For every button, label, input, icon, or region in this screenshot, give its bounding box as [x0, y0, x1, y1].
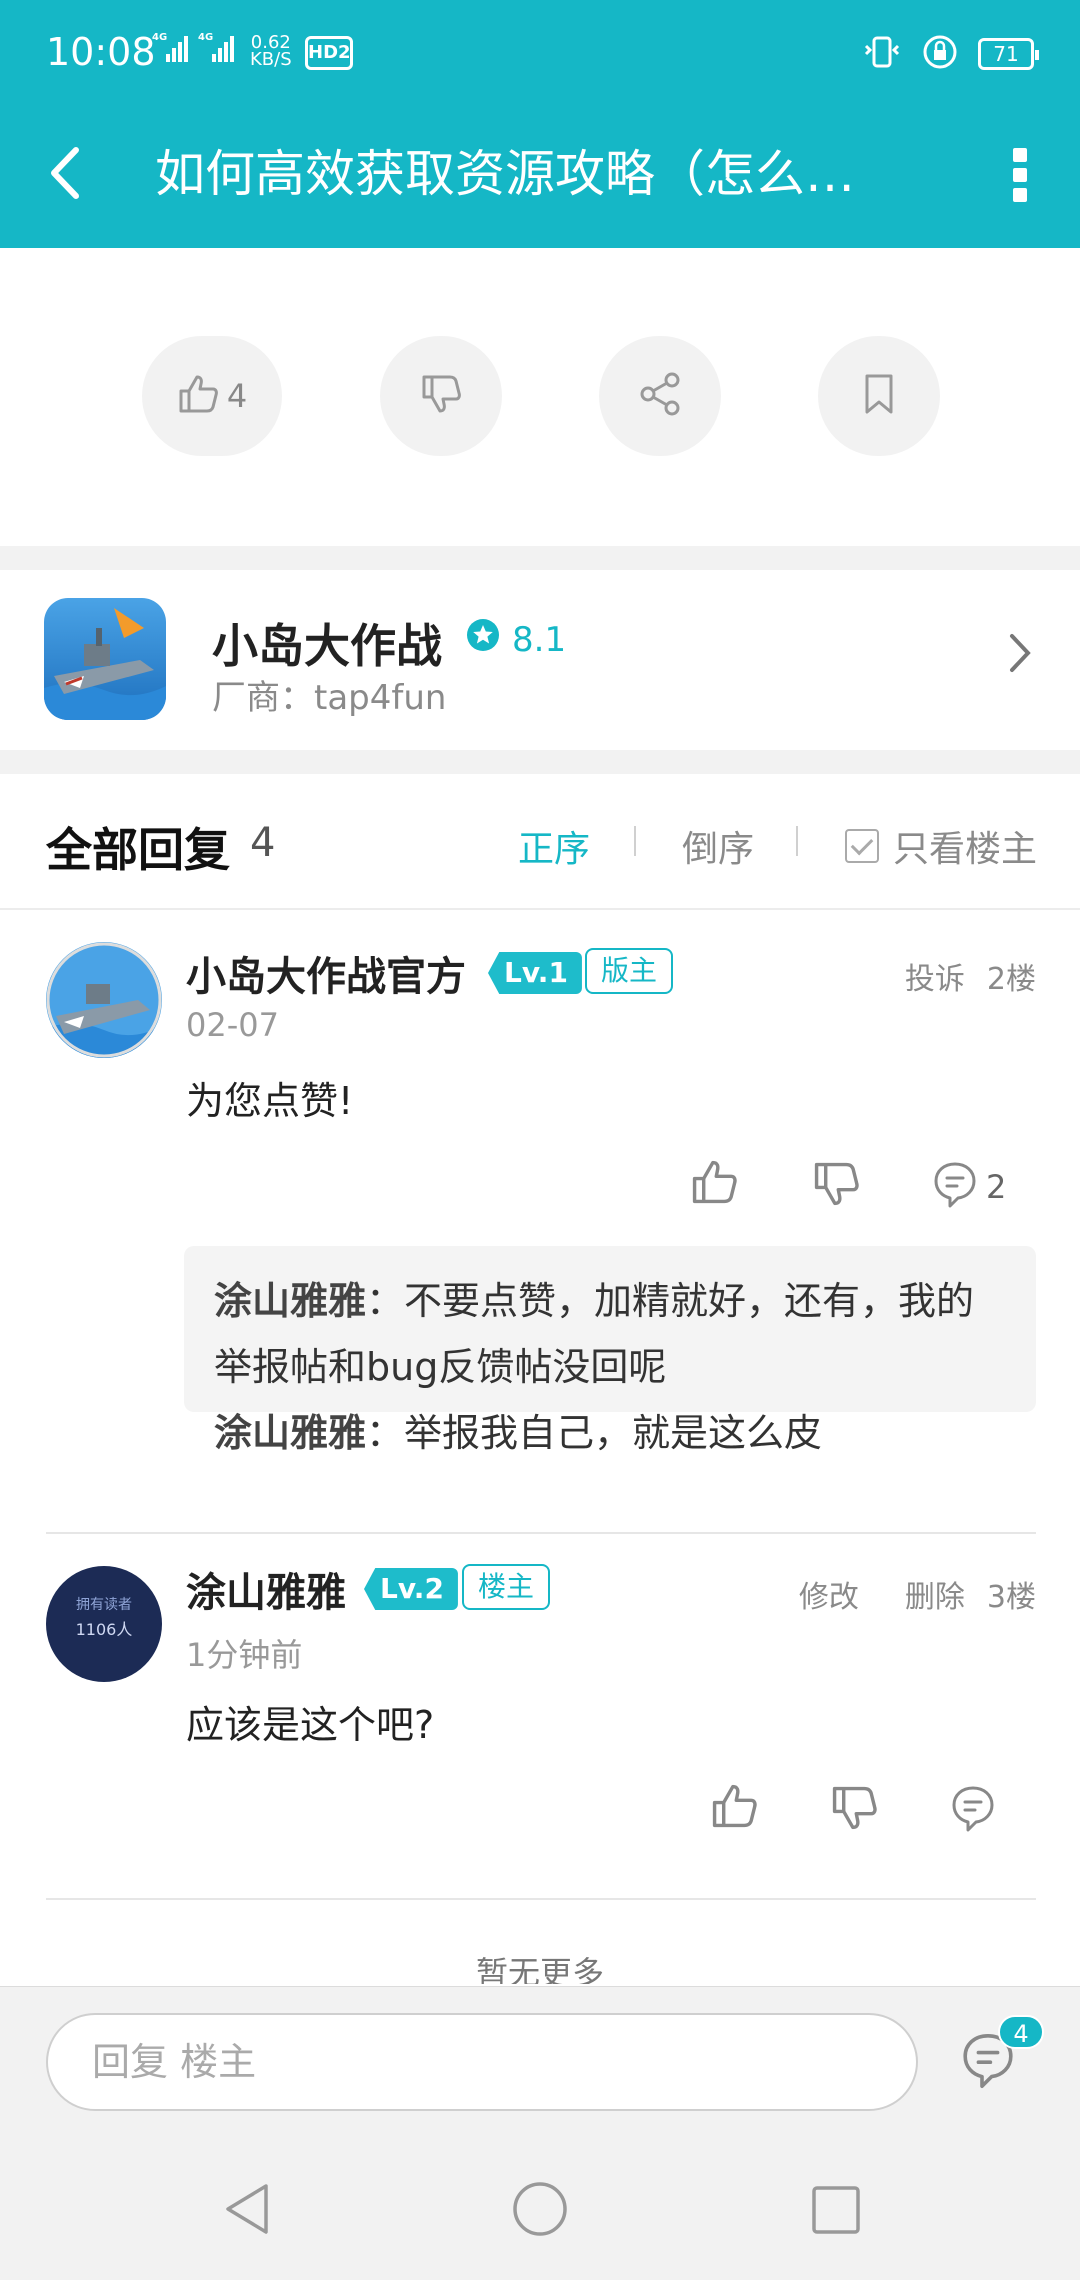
nav-recents-icon[interactable] — [808, 2180, 864, 2242]
thumbs-down-icon — [830, 1784, 878, 1836]
sub-reply-author[interactable]: 涂山雅雅 — [214, 1279, 366, 1323]
reply-author[interactable]: 涂山雅雅 — [186, 1560, 346, 1618]
sub-reply-author[interactable]: 涂山雅雅 — [214, 1411, 366, 1455]
reply-content: 为您点赞! — [186, 1079, 354, 1123]
only-owner-toggle[interactable]: 只看楼主 — [845, 820, 1037, 872]
vibrate-icon — [862, 34, 902, 74]
back-arrow-icon[interactable] — [40, 138, 100, 208]
dislike-button[interactable] — [380, 336, 502, 456]
sort-descending-button[interactable]: 倒序 — [682, 820, 754, 872]
svg-text:4G: 4G — [152, 32, 167, 43]
role-badge: 版主 — [585, 948, 674, 994]
comment-icon — [950, 1784, 996, 1838]
reply-comment-button[interactable] — [950, 1784, 996, 1838]
replies-title: 全部回复 — [46, 823, 230, 877]
vertical-divider — [796, 826, 798, 856]
level-badge: Lv.1 — [488, 952, 582, 994]
comment-count: 2 — [986, 1168, 1007, 1206]
reply-bar: 回复 楼主 4 — [0, 1986, 1080, 2136]
signal-icon: 4G 4G — [152, 30, 244, 69]
only-owner-label: 只看楼主 — [893, 829, 1038, 870]
vertical-divider — [634, 826, 636, 856]
system-nav-bar — [0, 2136, 1080, 2280]
network-speed: 0.62 KB/S — [250, 32, 292, 70]
svg-text:4G: 4G — [198, 32, 213, 43]
status-time: 10:08 — [46, 30, 156, 74]
star-icon — [466, 618, 500, 661]
delete-button[interactable]: 删除 — [905, 1572, 965, 1616]
lock-rotation-icon — [922, 34, 958, 74]
avatar[interactable] — [46, 942, 162, 1058]
level-badge: Lv.2 — [364, 1568, 458, 1610]
app-header: 10:08 4G 4G 0.62 KB/S HD2 71 如何高效获取资源攻略（… — [0, 0, 1080, 248]
avatar-text: 1106人 — [75, 1620, 133, 1639]
thumbs-up-icon — [710, 1782, 758, 1834]
replies-count: 4 — [250, 820, 276, 866]
bookmark-button[interactable] — [818, 336, 940, 456]
reply-divider — [46, 1532, 1036, 1534]
like-button[interactable]: 4 — [142, 336, 282, 456]
reply-like-button[interactable] — [710, 1782, 758, 1834]
status-icons: 71 — [862, 34, 1039, 74]
section-divider — [0, 546, 1080, 570]
checkbox-icon[interactable] — [845, 829, 879, 863]
reply-meta: 投诉 2楼 — [905, 954, 1036, 998]
floor-number: 3楼 — [986, 1580, 1036, 1615]
rating-value: 8.1 — [512, 619, 567, 660]
reply-date: 02-07 — [186, 1006, 279, 1044]
no-more-text: 暂无更多 — [475, 1954, 604, 1984]
toolbar: 如何高效获取资源攻略（怎么… — [0, 110, 1080, 248]
nav-home-icon[interactable] — [512, 2180, 568, 2242]
comment-icon — [960, 2034, 1016, 2095]
battery-icon: 71 — [978, 38, 1039, 70]
avatar[interactable]: 拥有读者 1106人 — [46, 1566, 162, 1682]
share-icon — [636, 370, 684, 422]
sub-reply: 涂山雅雅：不要点赞，加精就好，还有，我的举报帖和bug反馈帖没回呢 — [214, 1268, 1006, 1400]
game-rating: 8.1 — [466, 618, 566, 661]
game-name: 小岛大作战 — [212, 619, 442, 673]
reply-dislike-button[interactable] — [830, 1784, 878, 1836]
reply-author[interactable]: 小岛大作战官方 — [186, 944, 466, 1002]
status-bar: 10:08 4G 4G 0.62 KB/S HD2 71 — [0, 0, 1080, 110]
game-vendor: 厂商：tap4fun — [212, 678, 447, 718]
like-count: 4 — [226, 377, 248, 415]
reply-comment-button[interactable]: 2 — [932, 1160, 1006, 1214]
page-title: 如何高效获取资源攻略（怎么… — [155, 145, 855, 203]
sub-reply: 涂山雅雅：举报我自己，就是这么皮 — [214, 1400, 1006, 1466]
reply-content: 应该是这个吧? — [186, 1703, 435, 1747]
replies-header: 全部回复 4 正序 倒序 只看楼主 — [0, 774, 1080, 910]
nav-back-icon[interactable] — [220, 2180, 276, 2242]
bookmark-icon — [859, 372, 899, 420]
sub-replies-box[interactable]: 涂山雅雅：不要点赞，加精就好，还有，我的举报帖和bug反馈帖没回呢 涂山雅雅：举… — [184, 1246, 1036, 1455]
post-actions: 4 — [0, 248, 1080, 548]
comments-badge: 4 — [998, 2015, 1044, 2049]
sort-ascending-button[interactable]: 正序 — [518, 820, 590, 872]
thumbs-down-icon — [812, 1160, 860, 1212]
section-divider — [0, 750, 1080, 774]
edit-button[interactable]: 修改 — [799, 1572, 859, 1616]
game-card[interactable]: 小岛大作战 8.1 厂商：tap4fun — [0, 570, 1080, 750]
chevron-right-icon — [1006, 628, 1036, 682]
thumbs-up-icon — [690, 1158, 738, 1210]
thumbs-up-icon — [177, 373, 219, 419]
reply-date: 1分钟前 — [186, 1636, 303, 1674]
role-badge: 楼主 — [462, 1564, 551, 1610]
reply-meta: 修改 删除 3楼 — [799, 1572, 1036, 1616]
reply-like-button[interactable] — [690, 1158, 738, 1210]
reply-input[interactable]: 回复 楼主 — [46, 2013, 918, 2111]
game-icon — [44, 598, 166, 720]
report-button[interactable]: 投诉 — [905, 954, 965, 998]
comment-icon — [932, 1160, 978, 1214]
hd-voice-icon: HD2 — [305, 36, 353, 70]
avatar-text: 拥有读者 — [76, 1597, 132, 1613]
share-button[interactable] — [599, 336, 721, 456]
reply-divider — [46, 1898, 1036, 1900]
sub-reply-text: ：举报我自己，就是这么皮 — [366, 1411, 823, 1455]
floor-number: 2楼 — [986, 962, 1036, 997]
thumbs-down-icon — [420, 373, 462, 419]
more-vertical-icon[interactable] — [1010, 140, 1030, 210]
reply-dislike-button[interactable] — [812, 1160, 860, 1212]
